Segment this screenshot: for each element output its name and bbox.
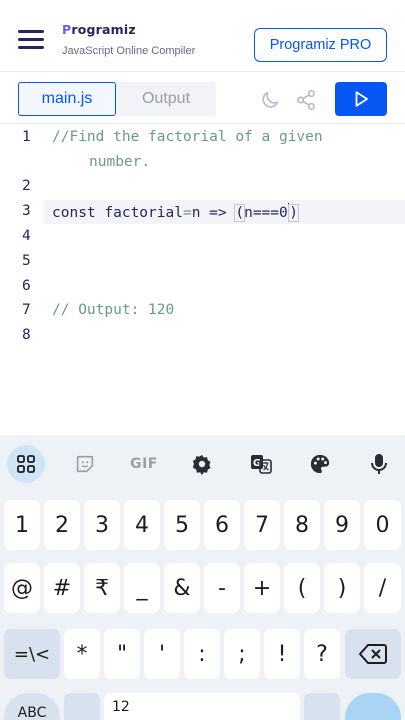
key-3[interactable]: 3: [84, 500, 120, 550]
arrow-operator: =>: [200, 205, 236, 221]
settings-gear-icon[interactable]: [187, 449, 217, 479]
logo-text: rogramiz: [71, 22, 136, 37]
key-single-quote[interactable]: ': [144, 629, 180, 679]
key-4[interactable]: 4: [124, 500, 160, 550]
key-6[interactable]: 6: [204, 500, 240, 550]
identifier-factorial: factorial: [95, 205, 183, 221]
key-semicolon[interactable]: ;: [224, 629, 260, 679]
tab-output[interactable]: Output: [116, 82, 216, 116]
key-close-paren[interactable]: ): [324, 563, 360, 613]
space-key-label: 12: [112, 699, 130, 715]
programiz-logo[interactable]: Programiz JavaScript Online Compiler: [62, 22, 195, 57]
line-number: 8: [22, 327, 31, 343]
key-minus[interactable]: -: [204, 563, 240, 613]
line-number: 5: [22, 253, 31, 269]
key-double-quote[interactable]: ": [104, 629, 140, 679]
apps-grid-icon[interactable]: [7, 445, 45, 483]
backspace-key[interactable]: [345, 629, 401, 679]
expression: n===0: [244, 205, 288, 221]
backspace-icon: [359, 644, 387, 664]
line-number: 1: [22, 129, 31, 145]
code-line-1-wrap: number.: [89, 154, 151, 170]
key-plus[interactable]: +: [244, 563, 280, 613]
line-number: 3: [22, 203, 31, 219]
line-number: 7: [22, 302, 31, 318]
line-number: 2: [22, 178, 31, 194]
programiz-pro-button[interactable]: Programiz PRO: [254, 28, 387, 62]
emoji-key[interactable]: [64, 693, 100, 720]
key-open-paren[interactable]: (: [284, 563, 320, 613]
key-hash[interactable]: #: [44, 563, 80, 613]
soft-keyboard: GIF G 1 2 3 4 5 6 7 8 9 0 @ # ₹ _ & - + …: [0, 435, 405, 720]
microphone-icon[interactable]: [364, 449, 394, 479]
abc-key[interactable]: ABC: [4, 693, 60, 720]
share-icon[interactable]: [294, 88, 318, 112]
editor-tabbar: main.js Output: [0, 72, 405, 124]
key-ampersand[interactable]: &: [164, 563, 200, 613]
key-0[interactable]: 0: [364, 500, 401, 550]
hamburger-menu-icon[interactable]: [18, 30, 44, 50]
code-line-3: const factorial=n => (n===0): [52, 203, 299, 222]
key-more-symbols[interactable]: =\<: [4, 629, 60, 679]
key-9[interactable]: 9: [324, 500, 360, 550]
space-key[interactable]: 12: [104, 693, 300, 720]
operator-assign: =: [182, 205, 192, 221]
logo-mark: P: [62, 22, 72, 37]
code-editor[interactable]: 1 2 3 4 5 6 7 8 //Find the factorial of …: [0, 125, 405, 435]
dark-mode-moon-icon[interactable]: [258, 88, 282, 112]
open-paren: (: [234, 204, 246, 222]
line-number: 4: [22, 228, 31, 244]
code-line-1: //Find the factorial of a given: [52, 129, 323, 145]
gif-button[interactable]: GIF: [128, 449, 160, 479]
key-7[interactable]: 7: [244, 500, 280, 550]
theme-palette-icon[interactable]: [305, 449, 335, 479]
key-exclamation[interactable]: !: [264, 629, 300, 679]
keyboard-toolbar: GIF G: [0, 435, 405, 493]
key-2[interactable]: 2: [44, 500, 80, 550]
line-gutter: 1 2 3 4 5 6 7 8: [0, 125, 44, 435]
key-underscore[interactable]: _: [124, 563, 160, 613]
close-paren: ): [288, 204, 299, 222]
key-colon[interactable]: :: [184, 629, 220, 679]
app-header: Programiz JavaScript Online Compiler Pro…: [0, 0, 405, 72]
key-asterisk[interactable]: *: [64, 629, 100, 679]
sticker-icon[interactable]: [70, 449, 100, 479]
key-slash[interactable]: /: [364, 563, 401, 613]
line-number: 6: [22, 278, 31, 294]
key-rupee[interactable]: ₹: [84, 563, 120, 613]
translate-icon[interactable]: G: [246, 449, 276, 479]
compiler-subtitle: JavaScript Online Compiler: [62, 45, 196, 57]
tab-main-js[interactable]: main.js: [18, 82, 116, 116]
keyword-const: const: [52, 205, 96, 221]
run-button[interactable]: [335, 82, 387, 116]
key-at[interactable]: @: [4, 563, 40, 613]
period-key[interactable]: [304, 693, 340, 720]
key-8[interactable]: 8: [284, 500, 320, 550]
key-1[interactable]: 1: [4, 500, 40, 550]
key-5[interactable]: 5: [164, 500, 200, 550]
key-question[interactable]: ?: [304, 629, 340, 679]
enter-key[interactable]: [345, 693, 401, 720]
play-icon: [355, 91, 368, 107]
code-line-7: // Output: 120: [52, 302, 175, 318]
gif-label: GIF: [130, 456, 158, 472]
